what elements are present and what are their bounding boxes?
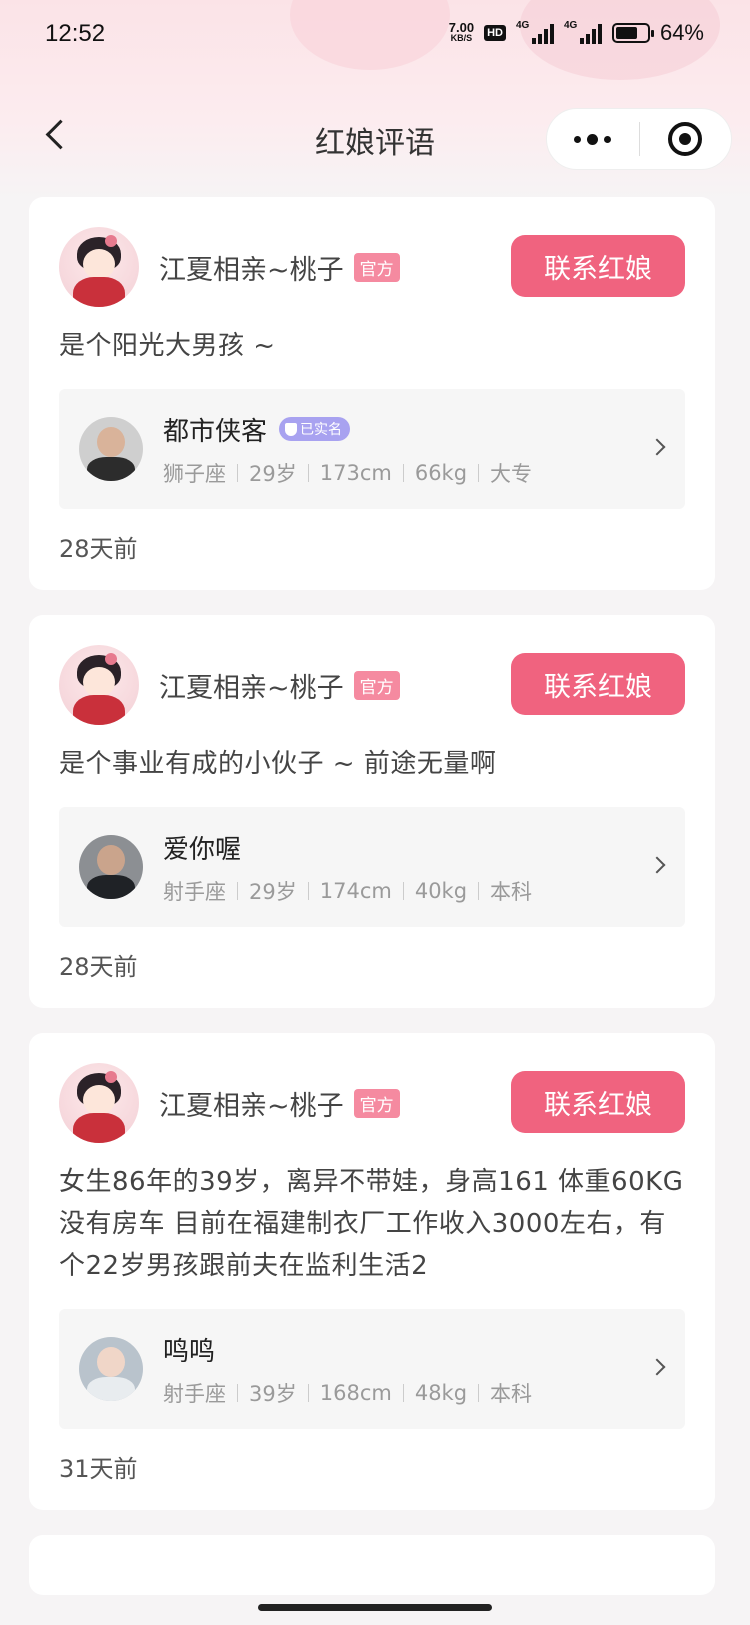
matchmaker-header: 江夏相亲~桃子 官方 联系红娘 xyxy=(59,1063,685,1143)
comment-text: 是个阳光大男孩 ~ xyxy=(59,331,276,361)
user-weight: 48kg xyxy=(414,1380,468,1405)
comment-card: 江夏相亲~桃子 官方 联系红娘 女生86年的39岁，离异不带娃，身高161 体重… xyxy=(29,1033,715,1510)
verified-label: 已实名 xyxy=(300,422,343,438)
hd-icon: HD xyxy=(484,25,506,41)
miniprogram-capsule xyxy=(546,108,732,170)
comment-text: 是个事业有成的小伙子 ~ 前途无量啊 xyxy=(59,749,497,779)
status-bar: 12:52 7.00 KB/S HD 4G 4G 64% xyxy=(0,0,750,72)
battery-percent: 64% xyxy=(659,20,704,45)
matchmaker-name: 江夏相亲~桃子 xyxy=(159,1090,344,1122)
user-zodiac: 射手座 xyxy=(163,879,226,904)
user-meta: 射手座 39岁 168cm 48kg 本科 xyxy=(163,1378,532,1408)
user-weight: 66kg xyxy=(414,460,468,485)
matchmaker-header: 江夏相亲~桃子 官方 联系红娘 xyxy=(59,227,685,307)
user-age: 39岁 xyxy=(249,1381,297,1406)
home-indicator[interactable] xyxy=(258,1604,492,1611)
comment-card-partial xyxy=(29,1535,715,1595)
user-age: 29岁 xyxy=(249,879,297,904)
shield-icon xyxy=(285,422,298,436)
user-avatar xyxy=(79,1337,143,1401)
user-meta: 狮子座 29岁 173cm 66kg 大专 xyxy=(163,458,532,488)
matchmaker-avatar[interactable] xyxy=(59,227,139,307)
verified-badge: 已实名 xyxy=(279,417,351,441)
user-education: 本科 xyxy=(490,1381,533,1406)
user-profile-card[interactable]: 都市侠客 已实名 狮子座 29岁 173cm 66kg 大专 xyxy=(59,389,685,509)
contact-matchmaker-button[interactable]: 联系红娘 xyxy=(511,235,685,297)
contact-matchmaker-button[interactable]: 联系红娘 xyxy=(511,1071,685,1133)
network-speed-value: 7.00 xyxy=(448,20,475,35)
user-avatar xyxy=(79,835,143,899)
user-name: 鸣鸣 xyxy=(163,1336,216,1367)
user-height: 174cm xyxy=(319,878,392,903)
comment-text: 女生86年的39岁，离异不带娃，身高161 体重60KG 没有房车 目前在福建制… xyxy=(59,1167,684,1281)
close-target-icon[interactable] xyxy=(640,109,732,169)
battery-icon xyxy=(611,23,654,43)
user-name: 爱你喔 xyxy=(163,834,242,865)
signal-label-2: 4G xyxy=(563,20,578,31)
comment-card: 江夏相亲~桃子 官方 联系红娘 是个事业有成的小伙子 ~ 前途无量啊 爱你喔 射… xyxy=(29,615,715,1008)
matchmaker-avatar[interactable] xyxy=(59,645,139,725)
network-speed-unit: KB/S xyxy=(450,33,473,43)
signal-label: 4G xyxy=(515,20,530,31)
chevron-right-icon xyxy=(648,856,666,874)
signal-icon-2: 4G xyxy=(563,20,602,44)
user-height: 168cm xyxy=(319,1380,392,1405)
time-ago: 31天前 xyxy=(59,1455,138,1483)
user-education: 本科 xyxy=(490,879,533,904)
comment-card: 江夏相亲~桃子 官方 联系红娘 是个阳光大男孩 ~ 都市侠客 已实名 狮子座 2… xyxy=(29,197,715,590)
official-tag: 官方 xyxy=(353,252,400,282)
chevron-right-icon xyxy=(648,1358,666,1376)
contact-matchmaker-button[interactable]: 联系红娘 xyxy=(511,653,685,715)
status-time: 12:52 xyxy=(45,20,106,47)
network-speed: 7.00 KB/S xyxy=(448,20,475,44)
comment-list: 江夏相亲~桃子 官方 联系红娘 是个阳光大男孩 ~ 都市侠客 已实名 狮子座 2… xyxy=(29,197,715,1595)
time-ago: 28天前 xyxy=(59,535,138,563)
user-height: 173cm xyxy=(319,460,392,485)
navigation-bar: 红娘评语 xyxy=(0,100,750,180)
user-profile-card[interactable]: 爱你喔 射手座 29岁 174cm 40kg 本科 xyxy=(59,807,685,927)
user-weight: 40kg xyxy=(414,878,468,903)
user-avatar xyxy=(79,417,143,481)
official-tag: 官方 xyxy=(353,1088,400,1118)
chevron-right-icon xyxy=(648,438,666,456)
signal-icon: 4G xyxy=(515,20,554,44)
user-education: 大专 xyxy=(490,461,533,486)
user-age: 29岁 xyxy=(249,461,297,486)
more-dots-icon[interactable] xyxy=(547,109,639,169)
user-zodiac: 狮子座 xyxy=(163,461,226,486)
matchmaker-name: 江夏相亲~桃子 xyxy=(159,254,344,286)
user-meta: 射手座 29岁 174cm 40kg 本科 xyxy=(163,876,532,906)
time-ago: 28天前 xyxy=(59,953,138,981)
user-profile-card[interactable]: 鸣鸣 射手座 39岁 168cm 48kg 本科 xyxy=(59,1309,685,1429)
matchmaker-header: 江夏相亲~桃子 官方 联系红娘 xyxy=(59,645,685,725)
user-name: 都市侠客 xyxy=(163,416,268,447)
matchmaker-name: 江夏相亲~桃子 xyxy=(159,672,344,704)
matchmaker-avatar[interactable] xyxy=(59,1063,139,1143)
user-zodiac: 射手座 xyxy=(163,1381,226,1406)
official-tag: 官方 xyxy=(353,670,400,700)
